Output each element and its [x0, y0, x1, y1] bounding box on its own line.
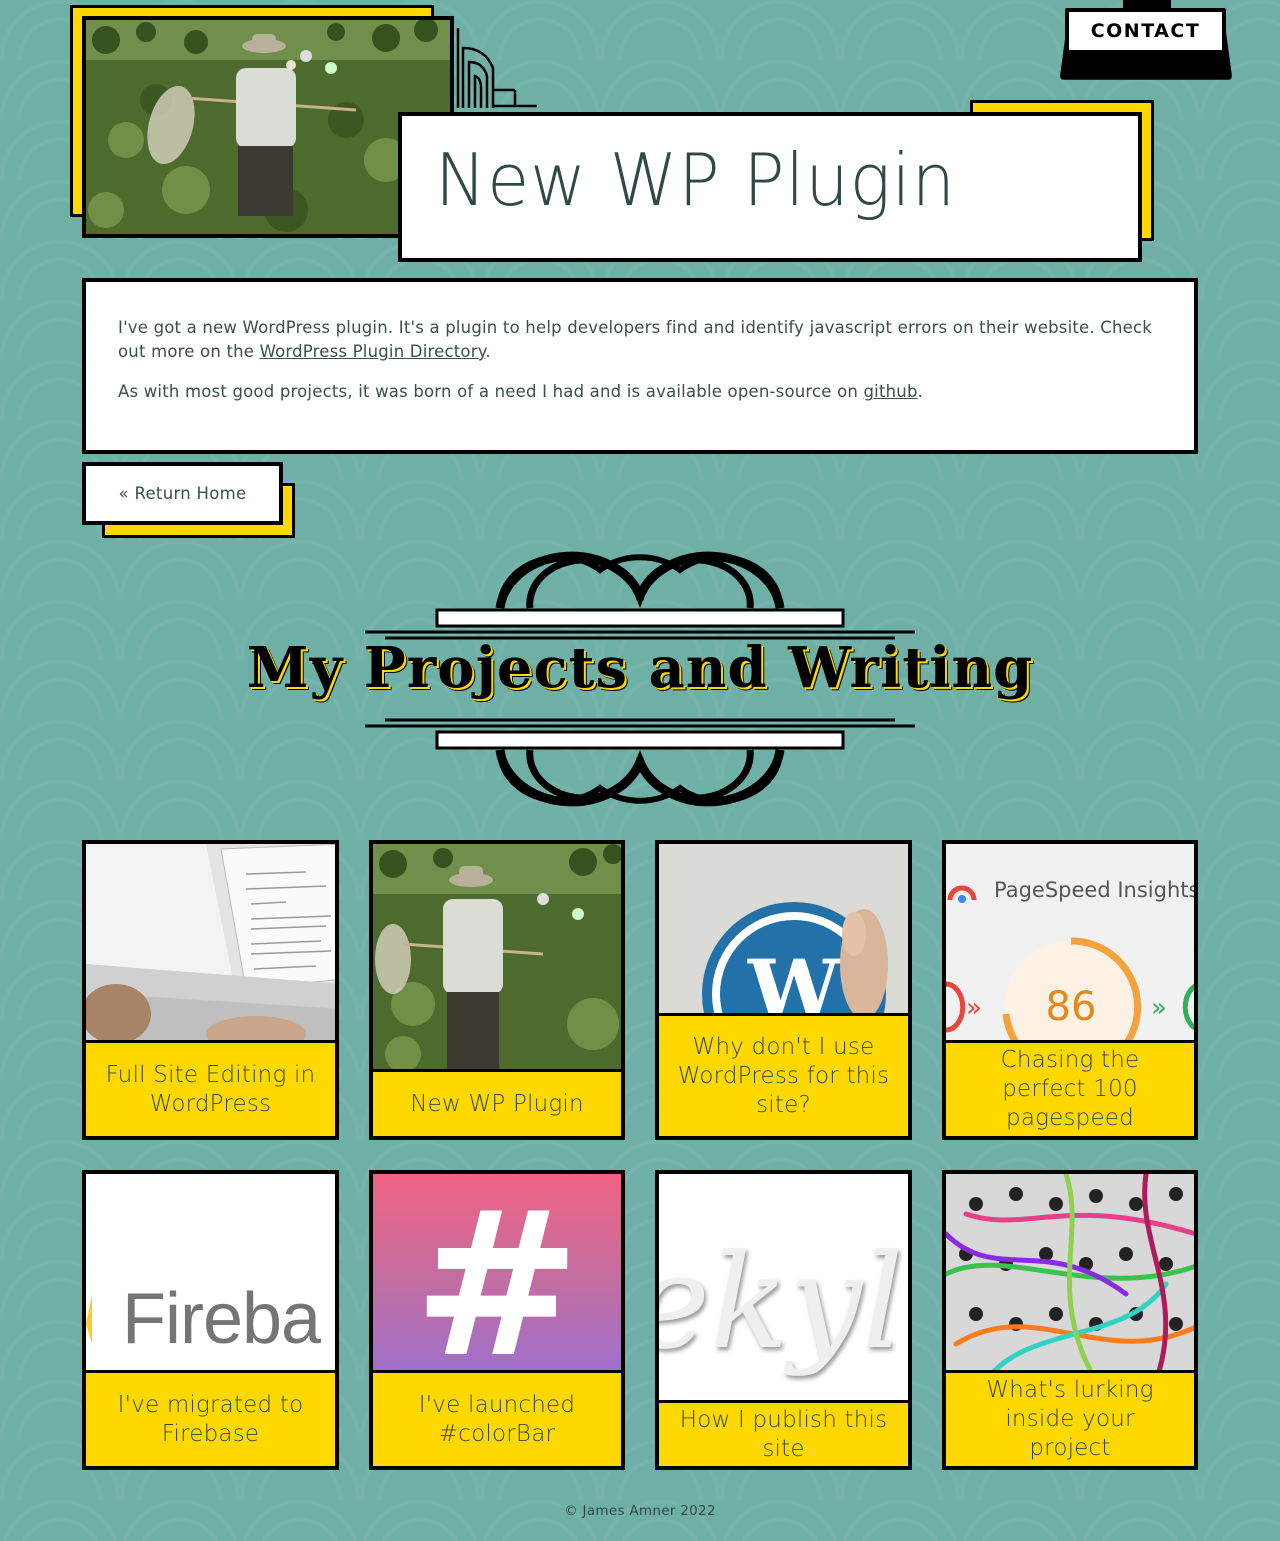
hash-gradient: # — [373, 1174, 621, 1381]
paragraph-text: . — [917, 382, 924, 401]
paragraph-text: As with most good projects, it was born … — [118, 382, 864, 401]
card-title: How I publish this site — [659, 1400, 908, 1466]
hash-icon: # — [413, 1174, 581, 1382]
firebase-wordmark: Fireba — [122, 1279, 321, 1359]
laptop-photo — [86, 844, 335, 1051]
pagespeed-label: PageSpeed Insights — [994, 878, 1194, 902]
card-title: I've launched #colorBar — [373, 1370, 621, 1466]
jekyll-wordmark: ekyl — [659, 1226, 904, 1378]
project-card[interactable]: What's lurking inside your project — [942, 1170, 1198, 1470]
wordpress-logo-photo: W — [659, 844, 908, 1024]
card-title: Why don't I use WordPress for this site? — [659, 1013, 908, 1136]
jekyll-logo: ekyl — [659, 1174, 908, 1411]
project-card[interactable]: # I've launched #colorBar — [369, 1170, 625, 1470]
post-content: I've got a new WordPress plugin. It's a … — [82, 278, 1198, 454]
project-card[interactable]: New WP Plugin — [369, 840, 625, 1140]
pagespeed-screenshot: » » PageSpeed Insights 86 — [946, 844, 1194, 1051]
svg-text:»: » — [1151, 993, 1167, 1023]
paragraph-text: . — [485, 342, 491, 361]
contact-button[interactable]: CONTACT — [1065, 8, 1226, 54]
svg-text:W: W — [747, 943, 842, 1024]
patch-cables-photo — [946, 1174, 1194, 1381]
return-home-button[interactable]: « Return Home — [82, 462, 283, 525]
post-paragraph-1: I've got a new WordPress plugin. It's a … — [118, 316, 1162, 364]
project-card[interactable]: ekyl How I publish this site — [655, 1170, 912, 1470]
project-card[interactable]: Full Site Editing in WordPress — [82, 840, 339, 1140]
svg-text:»: » — [966, 993, 982, 1023]
card-title: Full Site Editing in WordPress — [86, 1040, 335, 1136]
field-net-photo — [373, 844, 621, 1080]
project-card[interactable]: Fireba I've migrated to Firebase — [82, 1170, 339, 1470]
page-title: New WP Plugin — [435, 138, 956, 222]
footer-copyright: © James Amner 2022 — [564, 1503, 716, 1519]
github-link[interactable]: github — [864, 382, 918, 401]
wp-plugin-directory-link[interactable]: WordPress Plugin Directory — [260, 342, 486, 361]
card-title: What's lurking inside your project — [946, 1370, 1194, 1466]
card-title: New WP Plugin — [373, 1069, 621, 1136]
pagespeed-score: 86 — [1045, 984, 1097, 1030]
card-title: Chasing the perfect 100 pagespeed — [946, 1040, 1194, 1136]
post-paragraph-2: As with most good projects, it was born … — [118, 380, 1162, 404]
project-card[interactable]: W Why don't I use WordPress for this sit… — [655, 840, 912, 1140]
project-card[interactable]: » » PageSpeed Insights 86 Chasing the pe… — [942, 840, 1198, 1140]
deco-ornament-icon — [456, 28, 537, 108]
firebase-logo: Fireba — [86, 1174, 335, 1381]
projects-heading: My Projects and Writing — [246, 635, 1034, 701]
card-title: I've migrated to Firebase — [86, 1370, 335, 1466]
